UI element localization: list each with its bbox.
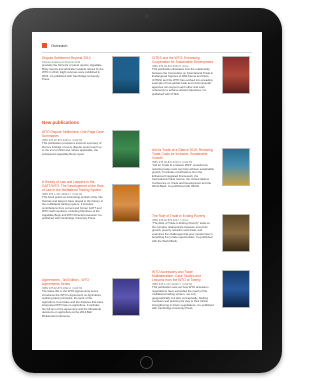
book-cover[interactable]	[222, 56, 250, 94]
entry-title[interactable]: WTO Accessions and Trade Multilateralism…	[152, 270, 214, 282]
top-bar: Outreach	[42, 38, 252, 53]
entry-text: Aid for Trade at a Glance 2015: Reducing…	[152, 148, 214, 189]
screen: Outreach Dispute Settlement Reports 2014…	[32, 32, 262, 350]
entry-title[interactable]: Aid for Trade at a Glance 2015: Reducing…	[152, 148, 214, 160]
entry-body: "The Role of Trade in Ending Poverty" lo…	[152, 221, 213, 243]
stage: Outreach Dispute Settlement Reports 2014…	[0, 0, 295, 381]
entry-body: "Aid for Trade at a Glance 2015" reveals…	[152, 163, 214, 189]
entry-text: WTO Accessions and Trade Multilateralism…	[152, 270, 214, 311]
entry-body: This publication sets out how WTO access…	[152, 285, 214, 311]
entry-text: Agreements - 3rd Edition - WTO Agreement…	[42, 278, 104, 318]
entry-title[interactable]: CITES and the WTO: Enhancing Cooperation…	[152, 56, 214, 64]
book-cover[interactable]	[222, 148, 250, 186]
entry-title[interactable]: Dispute Settlement Reports 2014	[42, 56, 104, 60]
entry-text: The Role of Trade in Ending Poverty ISBN…	[152, 214, 214, 243]
entry-title[interactable]: Agreements - 3rd Edition - WTO Agreement…	[42, 278, 104, 286]
entry-title[interactable]: WTO Dispute Settlement: One-Page Case Su…	[42, 130, 104, 138]
book-cover[interactable]	[112, 130, 140, 168]
entry-body: This publication illustrates how the rel…	[152, 67, 214, 96]
book-cover[interactable]	[222, 214, 250, 252]
home-button[interactable]	[140, 356, 153, 369]
entry-body: The latest title in the WTO Agreements s…	[42, 289, 104, 318]
entry-text: WTO Dispute Settlement: One-Page Case Su…	[42, 130, 104, 156]
book-cover[interactable]	[112, 278, 140, 316]
book-cover[interactable]	[112, 56, 140, 94]
tablet-device: Outreach Dispute Settlement Reports 2014…	[12, 8, 282, 373]
brand-square-icon	[42, 42, 47, 48]
entry-text: Dispute Settlement Reports 2014 Dispute …	[42, 56, 104, 82]
entry-body: provides the full texts of panel reports…	[42, 63, 104, 82]
book-cover[interactable]	[222, 270, 250, 308]
entry-body: This book points an interesting portrait…	[42, 195, 103, 221]
entry-title[interactable]: The Role of Trade in Ending Poverty	[152, 214, 214, 218]
book-cover[interactable]	[112, 184, 140, 222]
brand-label: Outreach	[51, 42, 68, 48]
entry-text: CITES and the WTO: Enhancing Cooperation…	[152, 56, 214, 96]
camera-icon	[145, 14, 149, 18]
entry-body: This publication provides a succinct sum…	[42, 141, 102, 156]
new-publications-heading: New publications	[42, 120, 80, 125]
entry-text: A History of Law and Lawyers in the GATT…	[42, 180, 104, 221]
entry-title[interactable]: A History of Law and Lawyers in the GATT…	[42, 180, 104, 192]
